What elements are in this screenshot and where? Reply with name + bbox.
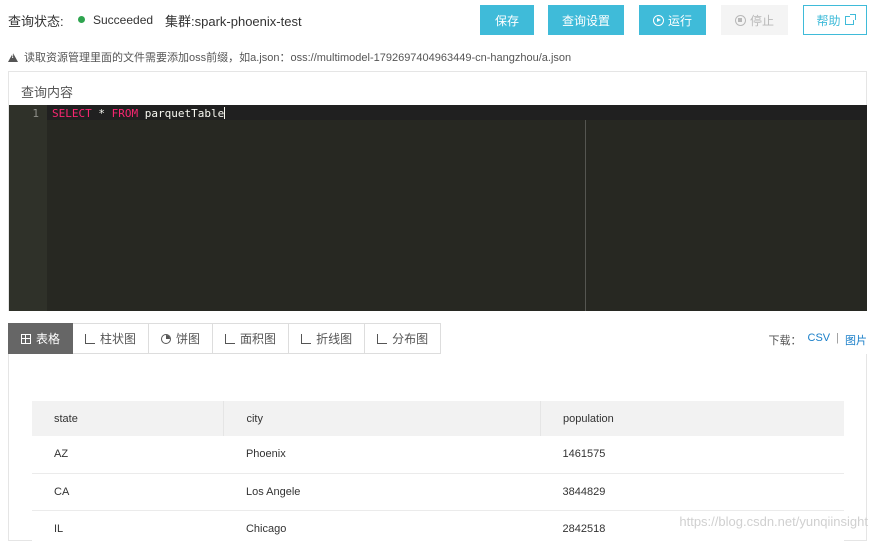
table-row: CA Los Angele 3844829 [32,473,844,511]
watermark: https://blog.csdn.net/yunqiinsight [679,514,868,529]
tab-scatter-chart[interactable]: 分布图 [365,323,442,354]
tab-area-chart[interactable]: 面积图 [213,323,290,354]
table-cell: AZ [32,436,224,474]
save-button-label: 保存 [494,13,519,28]
keyword-from: FROM [111,107,139,120]
query-panel-title: 查询内容 [21,85,74,100]
stop-button-label: 停止 [749,13,774,28]
tab-label: 折线图 [316,332,353,346]
query-settings-button[interactable]: 查询设置 [548,5,624,35]
area-chart-icon [225,333,236,344]
table-header-row: state city population [32,401,844,436]
run-button-label: 运行 [667,13,692,28]
status-label: 查询状态: [8,14,64,29]
download-label: 下载： [768,335,802,347]
status-value: Succeeded [93,13,154,27]
line-number: 1 [32,107,39,120]
oss-prefix-notice: 读取资源管理里面的文件需要添加oss前缀，如a.json：oss://multi… [8,49,571,65]
pie-chart-icon [161,333,172,344]
help-button-label: 帮助 [816,13,841,28]
tab-table[interactable]: 表格 [8,323,74,354]
play-icon [652,14,664,26]
table-row: AZ Phoenix 1461575 [32,436,844,474]
bar-chart-icon [85,333,96,344]
cluster-name: 集群:spark-phoenix-test [165,14,302,29]
result-view-tabs: 表格 柱状图 饼图 面积图 折线图 分布图 [8,323,442,354]
column-header-population[interactable]: population [540,401,844,436]
table-cell: 3844829 [540,473,844,511]
tab-bar-chart[interactable]: 柱状图 [73,323,150,354]
line-chart-icon [301,333,312,344]
run-button[interactable]: 运行 [639,5,706,35]
tab-label: 分布图 [392,332,429,346]
external-link-icon [844,13,856,25]
download-csv-link[interactable]: CSV [808,332,831,348]
download-image-link[interactable]: 图片 [845,332,867,348]
table-cell: Phoenix [223,436,541,474]
query-panel: 查询内容 1 SELECT * FROM parquetTable [8,71,867,311]
column-header-city[interactable]: city [223,401,541,436]
warning-icon [8,52,18,62]
table-icon [21,333,31,344]
query-settings-label: 查询设置 [561,13,610,28]
print-margin [585,120,586,311]
help-button[interactable]: 帮助 [803,5,867,35]
text-cursor [224,107,226,119]
table-cell: 1461575 [540,436,844,474]
tab-label: 柱状图 [100,332,137,346]
tab-line-chart[interactable]: 折线图 [289,323,366,354]
table-cell: Los Angele [223,473,541,511]
column-header-state[interactable]: state [32,401,225,436]
notice-text: 读取资源管理里面的文件需要添加oss前缀，如a.json：oss://multi… [24,52,572,64]
editor-gutter: 1 [9,105,47,311]
status-dot-icon [78,16,85,23]
download-links: 下载： CSV | 图片 [769,332,867,348]
tab-label: 饼图 [176,332,201,346]
save-button[interactable]: 保存 [480,5,534,35]
sql-code-line[interactable]: SELECT * FROM parquetTable [52,107,226,120]
table-cell: Chicago [223,510,541,541]
table-name: parquetTable [138,107,225,120]
tab-label: 面积图 [240,332,277,346]
scatter-chart-icon [377,333,388,344]
keyword-select: SELECT [52,107,92,120]
stop-icon [734,14,746,26]
top-bar: 查询状态: Succeeded 集群:spark-phoenix-test 保存… [0,0,878,40]
sql-editor[interactable]: 1 SELECT * FROM parquetTable [9,105,867,311]
tab-pie-chart[interactable]: 饼图 [149,323,214,354]
download-separator: | [836,332,839,344]
table-cell: CA [32,473,224,511]
tab-label: 表格 [36,332,61,346]
table-cell: IL [32,510,224,541]
stop-button[interactable]: 停止 [721,5,788,35]
select-star: * [91,107,112,120]
